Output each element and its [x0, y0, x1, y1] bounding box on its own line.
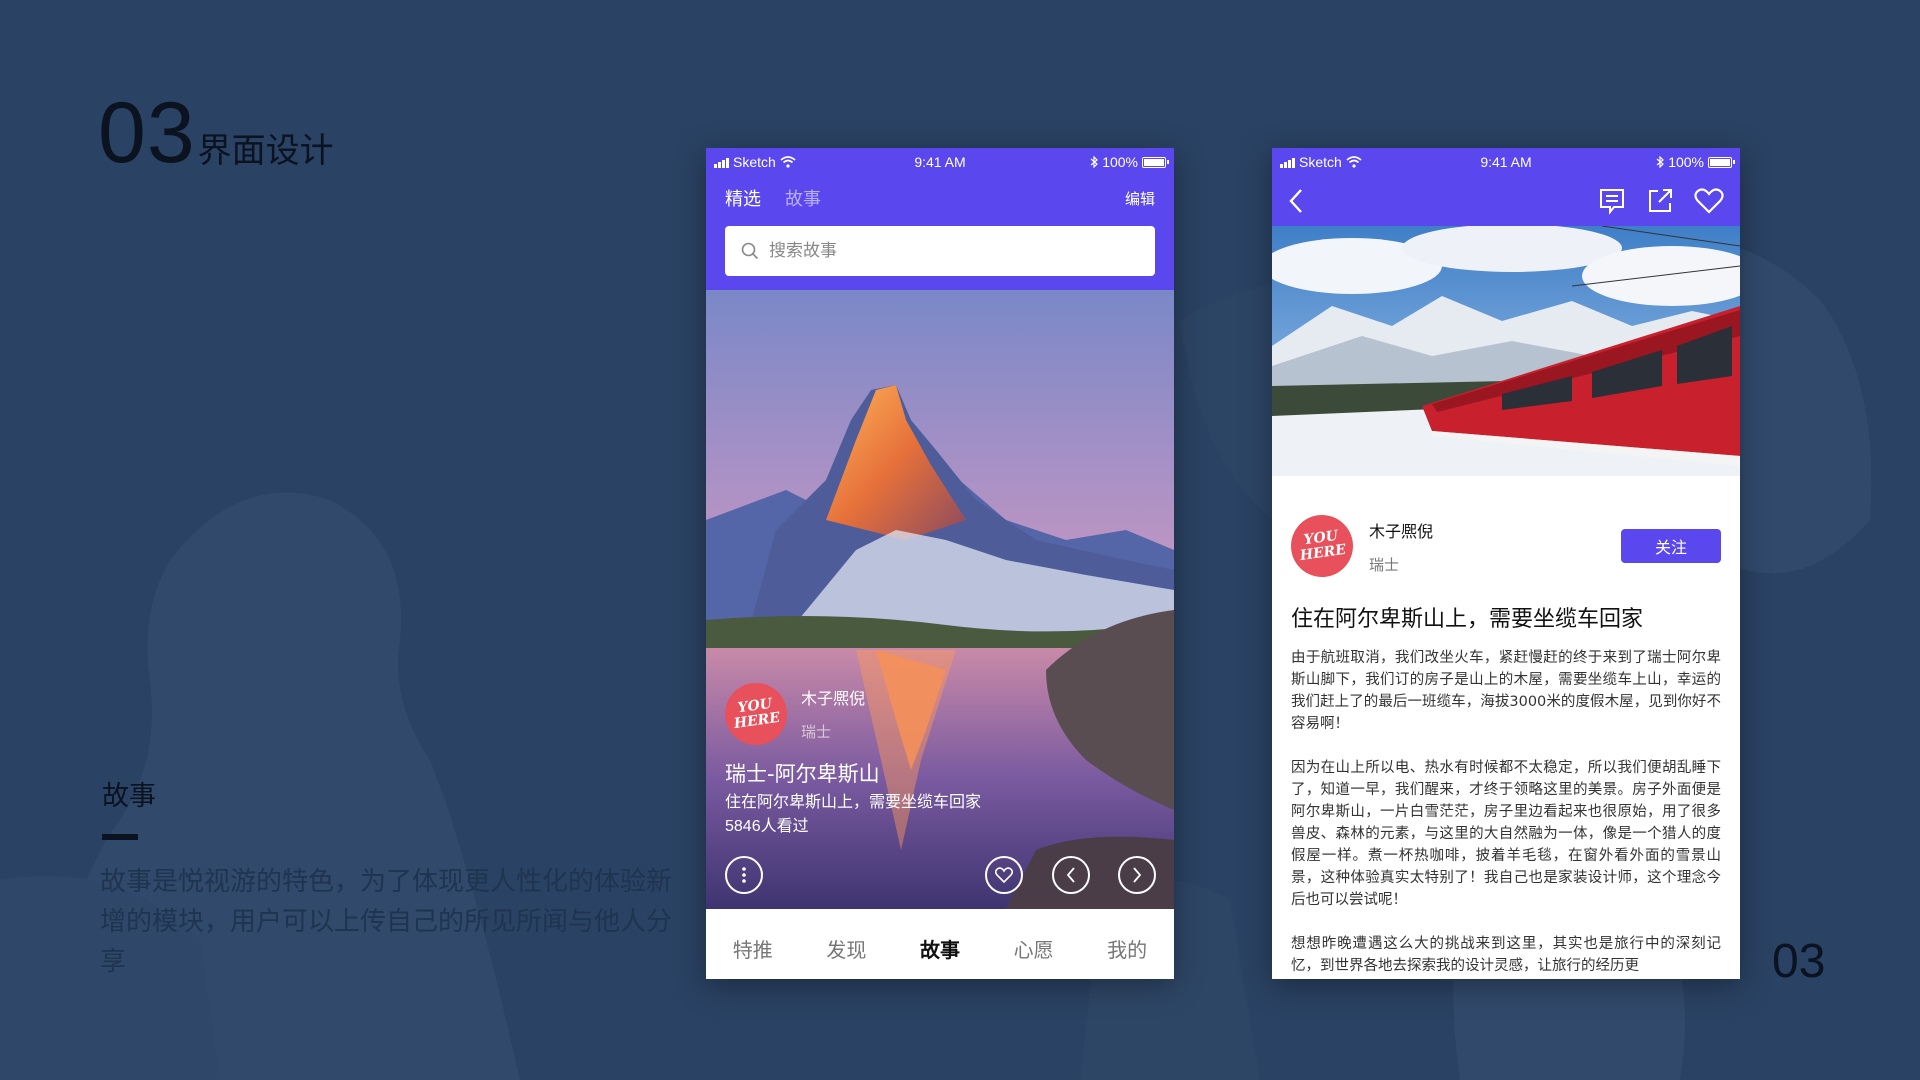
bottom-tab-bar: 特推 发现 故事 心愿 我的	[706, 917, 1174, 979]
comment-button[interactable]	[1598, 187, 1626, 215]
author-name: 木子熈倪	[1369, 521, 1434, 541]
article-title: 住在阿尔卑斯山上，需要坐缆车回家	[1291, 607, 1644, 632]
section-number: 03	[98, 85, 196, 181]
feature-divider	[102, 834, 138, 840]
wifi-icon	[780, 156, 796, 168]
share-icon	[1649, 189, 1672, 212]
carrier-label: Sketch	[1299, 154, 1342, 170]
search-bar	[706, 220, 1174, 290]
favorite-button[interactable]	[1694, 188, 1724, 214]
chevron-right-icon	[1133, 867, 1142, 883]
top-nav: 精选 故事 编辑	[706, 176, 1174, 220]
train-image	[1272, 226, 1740, 476]
detail-body: YOU HERE 木子熈倪 瑞士 关注 住在阿尔卑斯山上，需要坐缆车回家 由于航…	[1272, 510, 1740, 977]
battery-label: 100%	[1102, 154, 1138, 170]
tab-mine[interactable]: 我的	[1107, 934, 1147, 963]
battery-icon	[1708, 156, 1735, 168]
tab-wish[interactable]: 心愿	[1014, 934, 1054, 963]
article-paragraph: 由于航班取消，我们改坐火车，紧赶慢赶的终于来到了瑞士阿尔卑斯山脚下，我们订的房子…	[1291, 650, 1721, 732]
carrier-label: Sketch	[733, 154, 776, 170]
story-author: YOU HERE 木子熈倪 瑞士	[720, 678, 866, 750]
status-bar: Sketch 9:41 AM 100%	[1272, 148, 1740, 176]
signal-icon	[1280, 157, 1295, 168]
more-vertical-icon	[742, 867, 746, 883]
story-detail-screen: Sketch 9:41 AM 100% YOU HERE 木子熈倪 瑞士 关注 …	[1272, 148, 1740, 979]
share-button[interactable]	[1646, 187, 1674, 215]
tab-recommend[interactable]: 特推	[733, 934, 773, 963]
tab-discover[interactable]: 发现	[826, 934, 866, 963]
section-label: 界面设计	[197, 131, 334, 171]
status-bar: Sketch 9:41 AM 100%	[706, 148, 1174, 176]
story-subtitle: 住在阿尔卑斯山上，需要坐缆车回家	[725, 792, 982, 811]
battery-icon	[1142, 156, 1169, 168]
author-name: 木子熈倪	[801, 689, 866, 708]
edit-button[interactable]: 编辑	[1125, 188, 1155, 209]
heart-icon	[1694, 188, 1724, 214]
author-row: YOU HERE 木子熈倪 瑞士 关注	[1286, 510, 1721, 582]
back-icon	[1289, 189, 1302, 213]
story-list-screen: Sketch 9:41 AM 100% 精选 故事 编辑 搜索故事 YOU HE…	[706, 148, 1174, 979]
chevron-left-icon	[1066, 867, 1075, 883]
next-button[interactable]	[1118, 856, 1156, 894]
feature-description: 故事是悦视游的特色，为了体现更人性化的体验新增的模块，用户可以上传自己的所见所闻…	[100, 867, 673, 977]
page-number: 03	[1772, 935, 1826, 988]
wifi-icon	[1346, 156, 1362, 168]
follow-button[interactable]: 关注	[1621, 529, 1721, 563]
like-button[interactable]	[985, 856, 1023, 894]
article-paragraph: 想想昨晚遭遇这么大的挑战来到这里，其实也是旅行中的深刻记忆，到世界各地去探索我的…	[1291, 936, 1721, 974]
heart-icon	[995, 867, 1013, 883]
more-button[interactable]	[725, 856, 763, 894]
battery-label: 100%	[1668, 154, 1704, 170]
prev-button[interactable]	[1052, 856, 1090, 894]
signal-icon	[714, 157, 729, 168]
story-title: 瑞士-阿尔卑斯山	[725, 762, 880, 786]
tab-featured[interactable]: 精选	[725, 185, 761, 211]
search-box	[725, 226, 1155, 276]
detail-nav	[1272, 176, 1740, 226]
section-title: 03界面设计	[98, 84, 334, 183]
tab-story[interactable]: 故事	[920, 934, 960, 963]
bluetooth-icon	[1656, 156, 1665, 168]
story-card[interactable]: YOU HERE 木子熈倪 瑞士 瑞士-阿尔卑斯山 住在阿尔卑斯山上，需要坐缆车…	[706, 290, 1174, 909]
avatar[interactable]: YOU HERE	[1286, 510, 1358, 582]
tab-stories[interactable]: 故事	[785, 185, 821, 211]
author-location: 瑞士	[1369, 555, 1400, 574]
comment-icon	[1600, 189, 1624, 215]
story-views: 5846人看过	[725, 818, 809, 835]
search-icon	[741, 242, 759, 260]
search-input[interactable]	[767, 240, 1139, 262]
back-button[interactable]	[1288, 188, 1304, 214]
bluetooth-icon	[1090, 156, 1099, 168]
article-paragraph: 因为在山上所以电、热水有时候都不太稳定，所以我们便胡乱睡下了，知道一早，我们醒来…	[1291, 760, 1721, 908]
feature-title: 故事	[102, 781, 156, 812]
avatar[interactable]: YOU HERE	[720, 678, 792, 750]
author-location: 瑞士	[801, 723, 832, 741]
